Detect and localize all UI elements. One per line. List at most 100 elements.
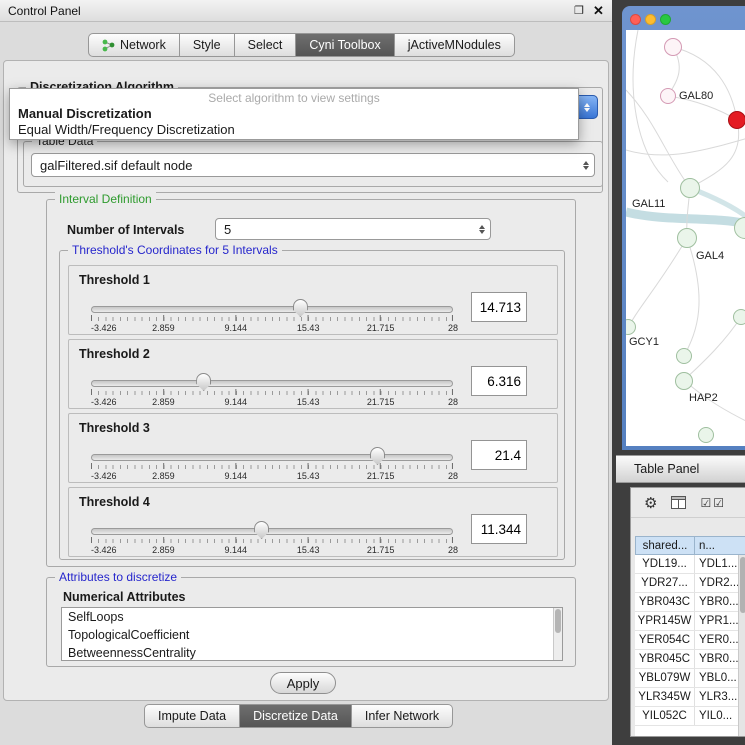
list-scrollbar[interactable] [553, 608, 562, 660]
network-node[interactable] [675, 372, 693, 390]
table-row[interactable]: YDR27...YDR2... [635, 574, 745, 593]
tab-style[interactable]: Style [180, 33, 235, 57]
combo-arrows-icon [479, 219, 485, 239]
tab-infer-network[interactable]: Infer Network [352, 704, 453, 728]
list-item[interactable]: BetweennessCentrality [62, 644, 562, 661]
threshold-label: Threshold 2 [79, 347, 150, 361]
tick-label: -3.426 [91, 323, 117, 333]
network-node[interactable] [680, 178, 700, 198]
tick-label: 21.715 [367, 397, 395, 407]
table-data-select[interactable]: galFiltered.sif default node [31, 153, 595, 177]
threshold-value-field[interactable] [471, 292, 527, 322]
algorithm-option-manual[interactable]: Manual Discretization [18, 106, 152, 121]
network-canvas[interactable]: GAL80 GAL11 GAL4 GCY1 HAP2 [626, 30, 745, 446]
tab-network-label: Network [120, 38, 166, 52]
close-window-icon[interactable]: ✕ [593, 3, 604, 19]
threshold-slider[interactable]: -3.426 2.859 9.144 15.43 21.715 28 [91, 376, 453, 410]
numerical-attributes-list[interactable]: SelfLoops TopologicalCoefficient Between… [61, 607, 563, 661]
zoom-traffic-light-icon[interactable] [660, 14, 671, 25]
list-scrollbar-thumb[interactable] [555, 609, 561, 633]
threshold-slider[interactable]: -3.426 2.859 9.144 15.43 21.715 28 [91, 450, 453, 484]
columns-icon[interactable] [671, 496, 686, 509]
close-traffic-light-icon[interactable] [630, 14, 641, 25]
top-tab-bar: Network Style Select Cyni Toolbox jActiv… [88, 33, 515, 57]
slider-ticks [91, 389, 453, 395]
slider-track[interactable] [91, 528, 453, 535]
tick-label: 28 [448, 397, 458, 407]
table-row[interactable]: YER054CYER0... [635, 631, 745, 650]
number-of-intervals-select[interactable]: 5 [215, 218, 491, 240]
column-header[interactable]: shared... [635, 536, 695, 555]
minimize-traffic-light-icon[interactable] [645, 14, 656, 25]
threshold-slider[interactable]: -3.426 2.859 9.144 15.43 21.715 28 [91, 302, 453, 336]
table-row[interactable]: YLR345WYLR3... [635, 688, 745, 707]
network-node[interactable] [660, 88, 676, 104]
table-row[interactable]: YBR045CYBR0... [635, 650, 745, 669]
tick-label: 15.43 [297, 545, 320, 555]
interval-definition-group-title: Interval Definition [55, 192, 156, 206]
threshold-slider[interactable]: -3.426 2.859 9.144 15.43 21.715 28 [91, 524, 453, 558]
slider-track[interactable] [91, 306, 453, 313]
slider-track[interactable] [91, 380, 453, 387]
tab-select[interactable]: Select [235, 33, 297, 57]
table-cell: YBR043C [635, 593, 695, 611]
list-item[interactable]: TopologicalCoefficient [62, 626, 562, 644]
table-row[interactable]: YPR145WYPR1... [635, 612, 745, 631]
network-node-selected[interactable] [728, 111, 745, 129]
table-cell: YBR045C [635, 650, 695, 668]
numerical-attributes-heading: Numerical Attributes [63, 590, 185, 604]
network-node[interactable] [677, 228, 697, 248]
table-scrollbar-thumb[interactable] [740, 557, 745, 613]
table-row[interactable]: YIL052CYIL0... [635, 707, 745, 726]
threshold-row: Threshold 1 -3.426 2.859 9.144 15.43 21.… [68, 265, 558, 335]
tick-label: 15.43 [297, 471, 320, 481]
threshold-label: Threshold 1 [79, 273, 150, 287]
network-node[interactable] [733, 309, 745, 325]
tick-label: 21.715 [367, 471, 395, 481]
table-scrollbar[interactable] [738, 555, 745, 736]
table-row[interactable]: YBL079WYBL0... [635, 669, 745, 688]
network-node[interactable] [676, 348, 692, 364]
slider-track[interactable] [91, 454, 453, 461]
tab-cyni-toolbox[interactable]: Cyni Toolbox [296, 33, 394, 57]
tick-label: 2.859 [152, 545, 175, 555]
tab-jactivemnodules-label: jActiveMNodules [408, 38, 501, 52]
table-panel-window: ⚙ ☑☑ shared... n... YDL19...YDL1... YDR2… [630, 487, 745, 737]
column-header[interactable]: n... [695, 536, 745, 555]
table-cell: YDL19... [635, 555, 695, 573]
threshold-value-field[interactable] [471, 514, 527, 544]
apply-button[interactable]: Apply [270, 672, 336, 694]
tick-label: 2.859 [152, 397, 175, 407]
number-of-intervals-value: 5 [224, 222, 231, 237]
tab-discretize-data-label: Discretize Data [253, 709, 338, 723]
tab-cyni-toolbox-label: Cyni Toolbox [309, 38, 380, 52]
window-title: Control Panel [8, 4, 81, 18]
table-row[interactable]: YDL19...YDL1... [635, 555, 745, 574]
table-cell: YIL052C [635, 707, 695, 725]
float-window-icon[interactable]: ❐ [574, 4, 584, 17]
list-item[interactable]: SelfLoops [62, 608, 562, 626]
combo-arrows-icon [583, 154, 589, 176]
table-row[interactable]: YBR043CYBR0... [635, 593, 745, 612]
table-data-selected-value: galFiltered.sif default node [40, 158, 192, 173]
gear-icon[interactable]: ⚙ [644, 494, 657, 512]
threshold-row: Threshold 4 -3.426 2.859 9.144 15.43 21.… [68, 487, 558, 557]
tab-network[interactable]: Network [88, 33, 180, 57]
algorithm-option-equal-width[interactable]: Equal Width/Frequency Discretization [18, 122, 235, 137]
tick-label: 28 [448, 471, 458, 481]
threshold-value-field[interactable] [471, 366, 527, 396]
tick-label: 15.43 [297, 397, 320, 407]
tick-label: 9.144 [225, 323, 248, 333]
network-node[interactable] [698, 427, 714, 443]
tab-discretize-data[interactable]: Discretize Data [240, 704, 352, 728]
table-cell: YPR145W [635, 612, 695, 630]
control-panel-window: Control Panel ❐ ✕ Network Style Select C… [0, 0, 612, 745]
checkbox-icons[interactable]: ☑☑ [700, 496, 726, 510]
tab-jactivemnodules[interactable]: jActiveMNodules [395, 33, 515, 57]
threshold-value-field[interactable] [471, 440, 527, 470]
table-body: YDL19...YDL1... YDR27...YDR2... YBR043CY… [635, 555, 745, 736]
threshold-label: Threshold 4 [79, 495, 150, 509]
tab-impute-data[interactable]: Impute Data [144, 704, 240, 728]
tab-select-label: Select [248, 38, 283, 52]
network-node[interactable] [664, 38, 682, 56]
